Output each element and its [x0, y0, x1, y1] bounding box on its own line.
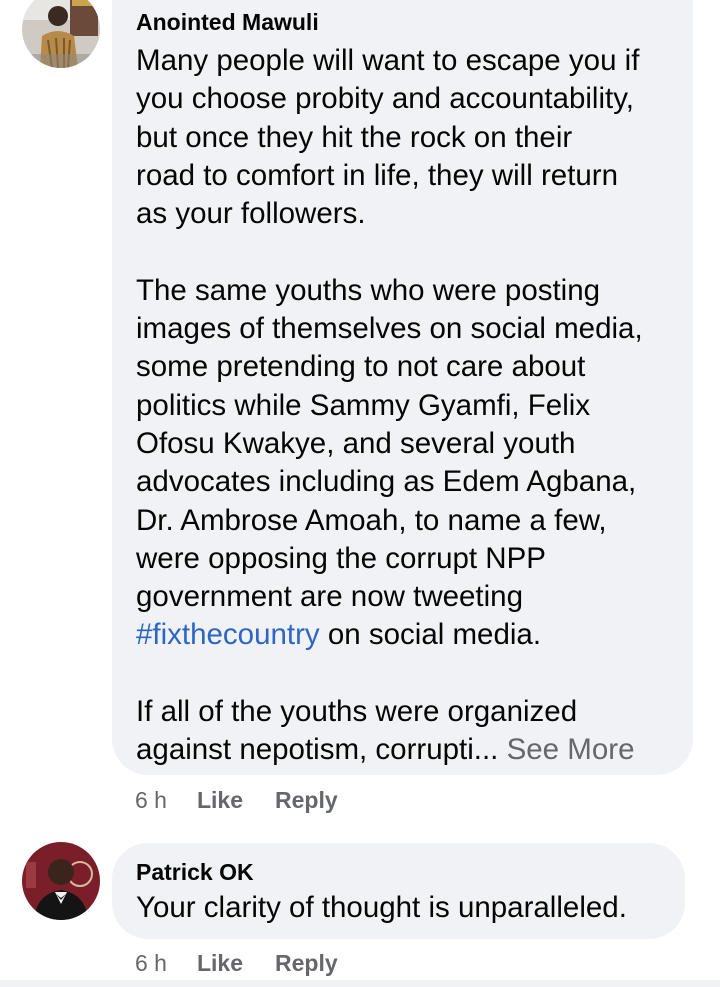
avatar[interactable] [22, 0, 100, 68]
hashtag-link[interactable]: #fixthecountry [136, 618, 320, 651]
see-more-link[interactable]: See More [507, 733, 635, 766]
comment-actions: 6 h Like Reply [135, 786, 370, 814]
comment-actions: 6 h Like Reply [135, 949, 370, 977]
comment-line: Your clarity of thought is unparalleled. [136, 891, 627, 924]
reply-button[interactable]: Reply [275, 786, 338, 814]
truncated-text: against nepotism, corrupti... [136, 733, 499, 767]
comment-line: Many people will want to escape you if [136, 44, 640, 77]
comment-line-blank [136, 233, 643, 271]
comment-bubble: Patrick OK Your clarity of thought is un… [112, 843, 685, 939]
like-button[interactable]: Like [197, 786, 243, 814]
avatar-photo-icon [22, 842, 100, 920]
comment-line: were opposing the corrupt NPP [136, 541, 546, 575]
comment-line: Dr. Ambrose Amoah, to name a few, [136, 503, 607, 537]
comment-line: If all of the youths were organized [136, 695, 578, 729]
comment-bubble: Anointed Mawuli Many people will want to… [112, 0, 693, 775]
comment-line: but once they hit the rock on their [136, 120, 573, 154]
reply-button[interactable]: Reply [275, 949, 338, 977]
divider [0, 980, 720, 987]
comment-line: as your followers. [136, 197, 366, 231]
like-button[interactable]: Like [197, 949, 243, 977]
hashtag-suffix: on social media. [319, 618, 542, 652]
comment-line: The same youths who were posting [136, 273, 601, 307]
comment-line: you choose probity and accountability, [136, 82, 634, 116]
comments-thread: Anointed Mawuli Many people will want to… [0, 0, 720, 987]
comment-line: some pretending to not care about [136, 350, 586, 384]
comment-author[interactable]: Patrick OK [136, 858, 254, 886]
comment-line: images of themselves on social media, [136, 312, 643, 346]
comment-anointed-mawuli: Anointed Mawuli Many people will want to… [0, 0, 720, 830]
avatar-photo-icon [22, 0, 100, 68]
comment-line: politics while Sammy Gyamfi, Felix [136, 388, 591, 422]
comment-line-blank [136, 655, 643, 693]
comment-author[interactable]: Anointed Mawuli [136, 8, 319, 36]
comment-text: Your clarity of thought is unparalleled. [136, 889, 627, 927]
comment-line: Ofosu Kwakye, and several youth [136, 426, 576, 460]
comment-line-last: against nepotism, corrupti... See More [136, 731, 643, 769]
avatar[interactable] [22, 842, 100, 920]
comment-line: road to comfort in life, they will retur… [136, 158, 619, 192]
timestamp[interactable]: 6 h [135, 786, 167, 814]
comment-line-hashtag: #fixthecountry on social media. [136, 616, 643, 654]
comment-patrick-ok: Patrick OK Your clarity of thought is un… [0, 830, 720, 980]
comment-line: advocates including as Edem Agbana, [136, 465, 637, 499]
timestamp[interactable]: 6 h [135, 949, 167, 977]
comment-line: government are now tweeting [136, 580, 524, 614]
comment-text: Many people will want to escape you if y… [136, 42, 643, 770]
